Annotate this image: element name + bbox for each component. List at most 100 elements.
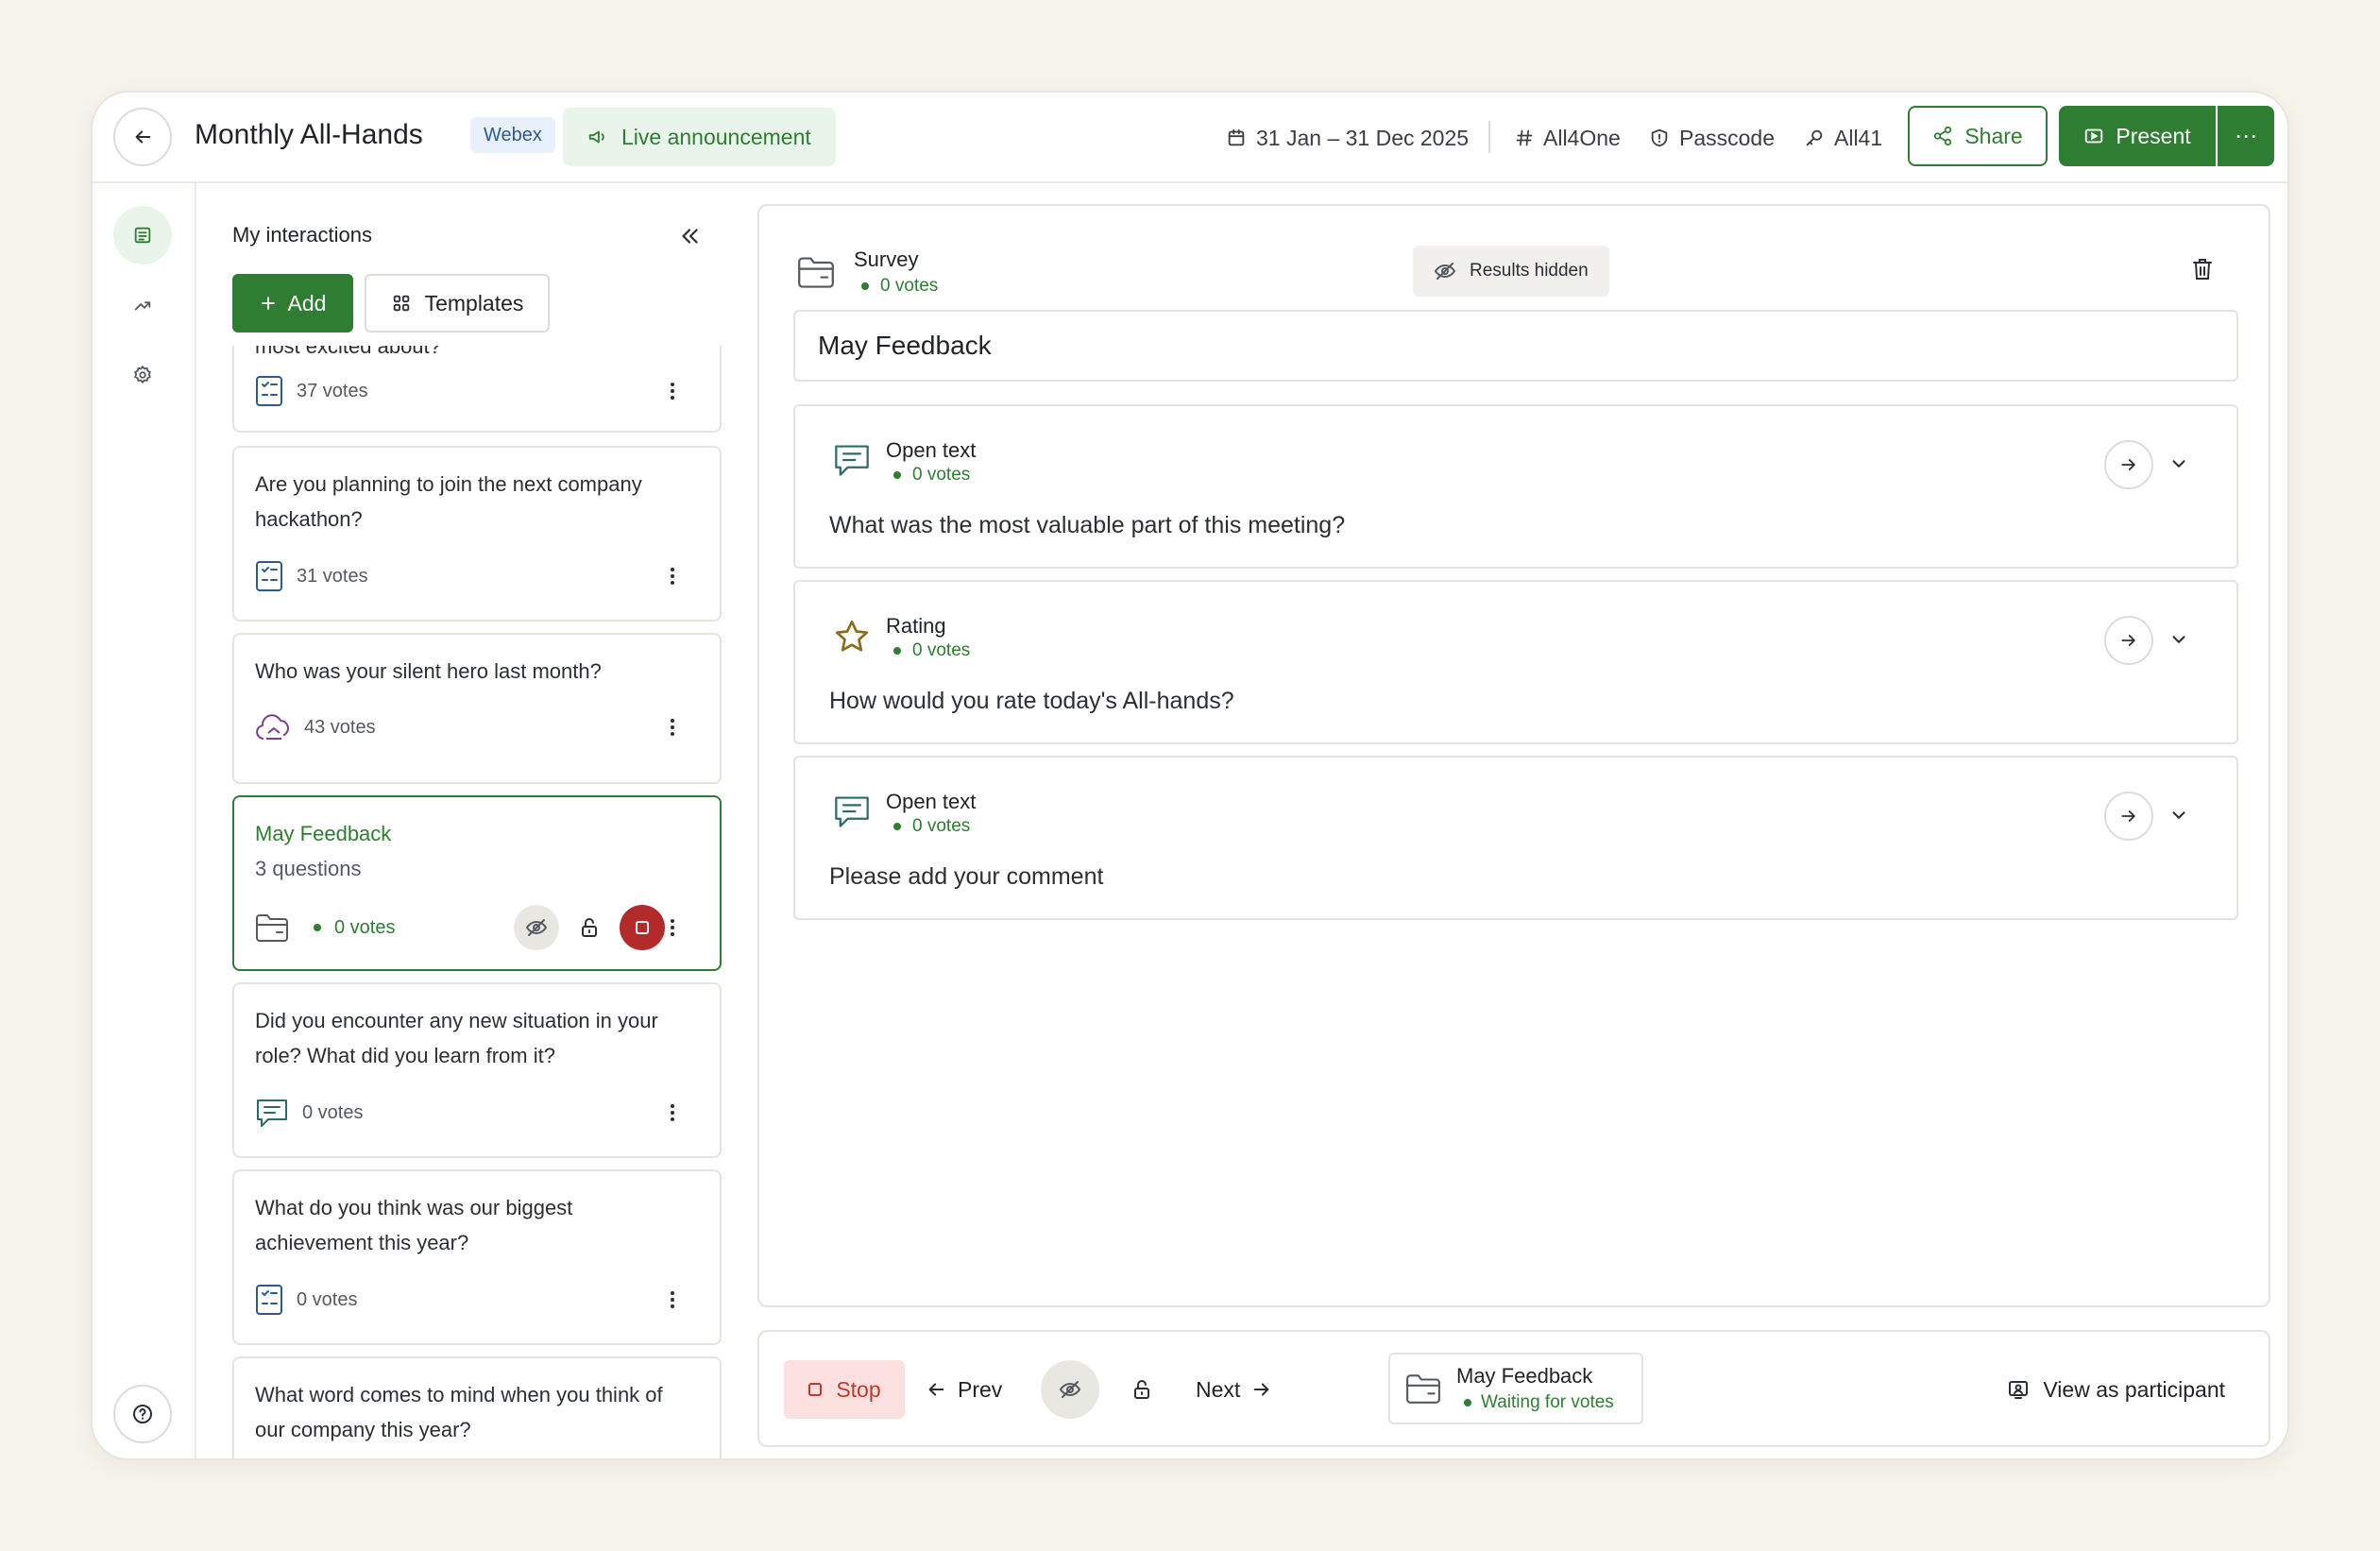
prev-button[interactable]: Prev [926, 1360, 1002, 1419]
interaction-card[interactable]: most excited about? 37 votes [232, 346, 722, 433]
card-votes: 0 votes [334, 916, 396, 938]
help-button[interactable] [113, 1385, 172, 1443]
current-interaction-title: May Feedback [1456, 1364, 1593, 1388]
interaction-card[interactable]: Are you planning to join the next compan… [232, 446, 722, 622]
hide-results-toggle[interactable] [514, 905, 559, 950]
go-to-question-button[interactable] [2104, 792, 2153, 841]
rail-settings[interactable] [113, 346, 172, 404]
interaction-card[interactable]: Did you encounter any new situation in y… [232, 982, 722, 1158]
card-question: most excited about? [255, 346, 441, 358]
question-card[interactable]: Open text 0 votes What was the most valu… [793, 404, 2238, 569]
question-card[interactable]: Open text 0 votes Please add your commen… [793, 756, 2238, 920]
question-text: How would you rate today's All-hands? [829, 688, 1234, 714]
card-menu-button[interactable] [663, 1285, 682, 1315]
share-label: Share [1964, 123, 2023, 148]
delete-survey-button[interactable] [2191, 257, 2214, 281]
more-options-button[interactable]: ⋯ [2218, 106, 2274, 166]
list-icon [134, 227, 151, 244]
stop-icon [808, 1383, 823, 1396]
chevron-down-icon[interactable] [2168, 805, 2189, 826]
card-footer: 0 votes [255, 905, 699, 950]
interaction-list[interactable]: most excited about? 37 votes Are you pla… [232, 346, 722, 1458]
rail-interactions[interactable] [113, 206, 172, 264]
go-to-question-button[interactable] [2104, 616, 2153, 665]
participant-view-icon [2009, 1381, 2029, 1399]
unlock-icon [1134, 1380, 1149, 1399]
add-label: Add [287, 290, 327, 315]
interaction-card-selected[interactable]: May Feedback 3 questions 0 votes [232, 795, 722, 971]
share-icon [1934, 126, 1952, 146]
event-dates[interactable]: 31 Jan – 31 Dec 2025 [1226, 93, 1469, 183]
card-footer: 31 votes [255, 557, 699, 595]
templates-label: Templates [424, 290, 524, 315]
next-label: Next [1196, 1376, 1241, 1402]
card-footer: 0 votes [255, 1281, 699, 1319]
view-as-participant-label: View as participant [2043, 1376, 2225, 1402]
survey-editor: Survey 0 votes Results hidden May Feedba… [757, 204, 2270, 1307]
question-type: Rating [886, 614, 946, 638]
calendar-icon [1228, 128, 1245, 146]
question-type: Open text [886, 438, 977, 462]
chevron-down-icon[interactable] [2168, 453, 2189, 474]
poll-icon [256, 376, 282, 406]
open-text-icon [257, 1099, 287, 1127]
stop-interaction-button[interactable] [620, 905, 665, 950]
current-interaction-pill[interactable]: May Feedback Waiting for votes [1388, 1353, 1643, 1424]
interaction-card[interactable]: What word comes to mind when you think o… [232, 1356, 722, 1458]
event-code-value: All4One [1543, 125, 1621, 150]
status-text: Waiting for votes [1481, 1392, 1614, 1412]
view-as-participant-button[interactable]: View as participant [2007, 1360, 2225, 1419]
live-dot [893, 823, 901, 830]
trash-icon [2193, 259, 2212, 280]
shield-icon [1651, 128, 1668, 147]
question-card[interactable]: Rating 0 votes How would you rate today'… [793, 580, 2238, 744]
rail-analytics[interactable] [113, 276, 172, 334]
double-chevron-left-icon [682, 229, 698, 244]
present-button[interactable]: Present [2059, 106, 2216, 166]
present-icon [2085, 128, 2103, 144]
results-hidden-toggle[interactable]: Results hidden [1413, 246, 1609, 297]
lock-voting-button[interactable] [1120, 1360, 1164, 1419]
interaction-card[interactable]: What do you think was our biggest achiev… [232, 1169, 722, 1345]
interactions-panel: My interactions Add Templates most excit… [198, 183, 740, 1458]
arrow-right-icon [2121, 635, 2135, 646]
access-key-value: All41 [1834, 125, 1883, 150]
interaction-card[interactable]: Who was your silent hero last month? 43 … [232, 633, 722, 784]
card-menu-button[interactable] [663, 561, 682, 591]
passcode-label: Passcode [1679, 125, 1776, 150]
back-button[interactable] [113, 108, 172, 166]
access-key[interactable]: All41 [1804, 93, 1882, 183]
presentation-controls: Stop Prev Next May Feedback Waiting for … [757, 1330, 2270, 1447]
next-button[interactable]: Next [1196, 1360, 1272, 1419]
live-dot [893, 471, 901, 479]
hide-results-button[interactable] [1041, 1360, 1099, 1419]
lock-toggle[interactable] [567, 905, 612, 950]
share-button[interactable]: Share [1908, 106, 2048, 166]
stop-button[interactable]: Stop [784, 1360, 905, 1419]
card-question: What word comes to mind when you think o… [255, 1383, 663, 1441]
top-bar: Monthly All-Hands Webex Live announcemen… [93, 93, 2287, 183]
live-announcement-button[interactable]: Live announcement [563, 108, 836, 166]
question-vote-count: 0 votes [893, 640, 970, 661]
folder-icon [798, 257, 834, 288]
card-menu-button[interactable] [663, 912, 682, 943]
add-interaction-button[interactable]: Add [232, 274, 353, 332]
card-menu-button[interactable] [663, 376, 682, 406]
eye-off-icon [1059, 1381, 1081, 1398]
go-to-question-button[interactable] [2104, 440, 2153, 489]
passcode-setting[interactable]: Passcode [1649, 93, 1775, 183]
kebab-icon [671, 1291, 674, 1308]
card-menu-button[interactable] [663, 712, 682, 742]
event-code[interactable]: All4One [1515, 93, 1621, 183]
card-footer: 37 votes [255, 372, 699, 410]
templates-button[interactable]: Templates [365, 274, 550, 332]
plus-icon [261, 297, 275, 310]
survey-header: Survey 0 votes [797, 244, 938, 300]
collapse-panel-button[interactable] [671, 217, 708, 255]
survey-name-input[interactable]: May Feedback [793, 310, 2238, 382]
results-hidden-label: Results hidden [1470, 261, 1589, 281]
chevron-down-icon[interactable] [2168, 629, 2189, 650]
card-votes: 31 votes [297, 565, 368, 587]
card-menu-button[interactable] [663, 1098, 682, 1128]
arrow-right-icon [1253, 1383, 1269, 1396]
